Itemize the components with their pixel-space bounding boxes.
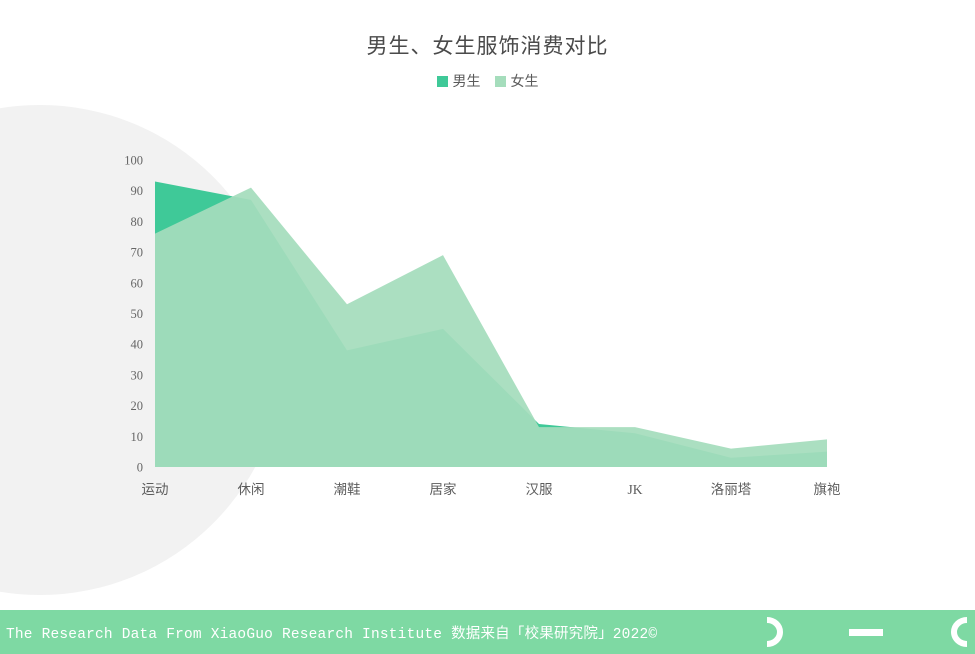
y-axis-tick-label: 40 — [131, 338, 144, 352]
y-axis-tick-label: 30 — [131, 368, 144, 382]
x-axis-ticks: 运动 休闲 潮鞋 居家 汉服 JK 洛丽塔 旗袍 — [142, 481, 841, 497]
chart-canvas: 男生、女生服饰消费对比 男生 女生 0 10 20 30 40 50 60 70 80 90 100… — [0, 0, 975, 654]
y-axis-ticks: 0 10 20 30 40 50 60 70 80 90 100 — [124, 154, 143, 475]
x-axis-tick-label: 洛丽塔 — [711, 482, 752, 497]
y-axis-tick-label: 0 — [137, 461, 143, 475]
arc-right-icon — [763, 617, 789, 647]
x-axis-tick-label: 汉服 — [526, 482, 554, 497]
x-axis-tick-label: 运动 — [142, 482, 169, 497]
y-axis-tick-label: 20 — [131, 399, 144, 413]
x-axis-tick-label: 潮鞋 — [334, 482, 361, 497]
y-axis-tick-label: 90 — [131, 184, 144, 198]
arc-left-icon — [945, 617, 971, 647]
x-axis-tick-label: JK — [627, 482, 642, 497]
y-axis-tick-label: 70 — [131, 246, 144, 260]
y-axis-tick-label: 80 — [131, 215, 144, 229]
x-axis-tick-label: 旗袍 — [814, 482, 841, 497]
series-area-female — [155, 187, 827, 467]
x-axis-tick-label: 休闲 — [238, 482, 265, 497]
area-chart-plot: 0 10 20 30 40 50 60 70 80 90 100 运动 休闲 潮鞋 居家 汉服 JK 洛丽塔 旗袍 — [124, 154, 841, 498]
chart-region: 男生、女生服饰消费对比 男生 女生 0 10 20 30 40 50 60 70 80 90 100… — [0, 0, 975, 610]
dash-icon — [849, 628, 883, 636]
x-axis-tick-label: 居家 — [430, 481, 457, 497]
footer-bar: The Research Data From XiaoGuo Research … — [0, 610, 975, 654]
y-axis-tick-label: 60 — [131, 276, 144, 290]
y-axis-tick-label: 100 — [124, 154, 143, 168]
series-areas — [155, 181, 827, 468]
footer-credit-text: The Research Data From XiaoGuo Research … — [6, 626, 658, 643]
y-axis-tick-label: 10 — [131, 430, 144, 444]
y-axis-tick-label: 50 — [131, 307, 144, 321]
footer-decorative-marks — [763, 610, 975, 654]
